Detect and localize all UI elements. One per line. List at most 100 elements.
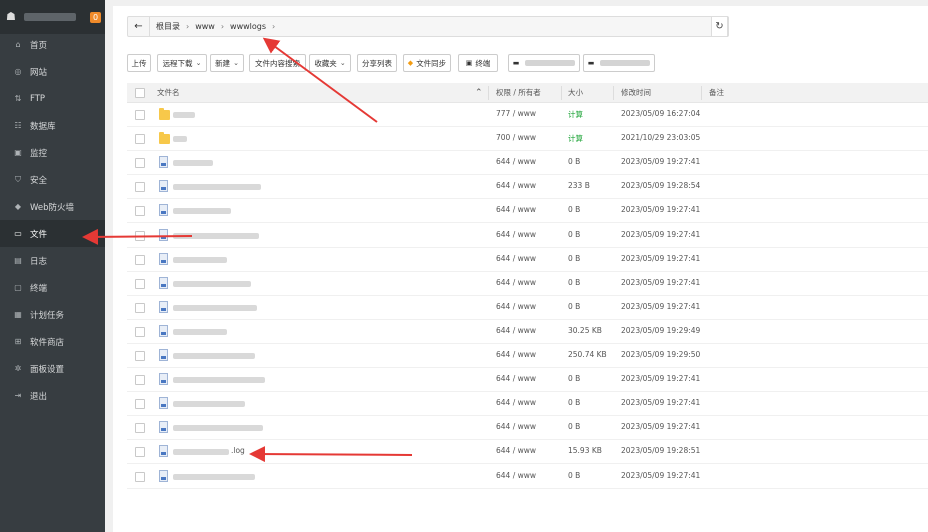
table-row[interactable]: 700 / www 计算 2021/10/29 23:03:05 bbox=[127, 127, 928, 152]
row-checkbox[interactable] bbox=[135, 326, 145, 337]
perm-cell[interactable]: 644 / www bbox=[496, 471, 536, 480]
table-row[interactable]: 644 / www 0 B 2023/05/09 19:27:41 bbox=[127, 465, 928, 489]
row-checkbox[interactable] bbox=[135, 110, 145, 120]
notification-badge[interactable]: 0 bbox=[90, 11, 101, 23]
table-row[interactable]: 644 / www 0 B 2023/05/09 19:27:41 bbox=[127, 368, 928, 393]
row-checkbox[interactable] bbox=[135, 134, 145, 145]
size-cell[interactable]: 计算 bbox=[568, 109, 583, 120]
perm-cell[interactable]: 644 / www bbox=[496, 446, 536, 455]
remote-download-button[interactable]: 远程下载 ⌄ bbox=[157, 54, 207, 72]
perm-cell[interactable]: 644 / www bbox=[496, 278, 536, 287]
perm-cell[interactable]: 644 / www bbox=[496, 302, 536, 311]
row-checkbox[interactable] bbox=[135, 351, 145, 361]
table-row[interactable]: 644 / www 0 B 2023/05/09 19:27:41 bbox=[127, 151, 928, 176]
disk-button-2[interactable]: ▬ bbox=[583, 54, 655, 72]
sidebar-item-folder[interactable]: ▭ 文件 bbox=[0, 220, 105, 247]
breadcrumb-www[interactable]: www bbox=[195, 22, 215, 31]
table-row[interactable]: 644 / www 250.74 KB 2023/05/09 19:29:50 bbox=[127, 344, 928, 368]
row-checkbox[interactable] bbox=[135, 278, 145, 289]
filename-suffix[interactable]: .log bbox=[231, 446, 245, 455]
path-bar[interactable]: ← 根目录 › www › wwwlogs › bbox=[127, 16, 729, 37]
table-row[interactable]: 644 / www 0 B 2023/05/09 19:27:41 bbox=[127, 224, 928, 248]
table-row[interactable]: 644 / www 0 B 2023/05/09 19:27:41 bbox=[127, 392, 928, 417]
perm-cell[interactable]: 644 / www bbox=[496, 350, 536, 359]
select-all-checkbox[interactable] bbox=[135, 88, 145, 98]
row-checkbox[interactable] bbox=[135, 447, 145, 458]
share-list-button[interactable]: 分享列表 bbox=[357, 54, 397, 72]
sidebar-item-log[interactable]: ▤ 日志 bbox=[0, 247, 105, 274]
table-row[interactable]: 644 / www 0 B 2023/05/09 19:27:41 bbox=[127, 199, 928, 224]
perm-cell[interactable]: 644 / www bbox=[496, 374, 536, 383]
table-row[interactable]: 644 / www 30.25 KB 2023/05/09 19:29:49 bbox=[127, 320, 928, 344]
filename-redacted[interactable] bbox=[173, 136, 187, 143]
sidebar-item-globe[interactable]: ◎ 网站 bbox=[0, 58, 105, 85]
perm-cell[interactable]: 644 / www bbox=[496, 422, 536, 431]
perm-cell[interactable]: 644 / www bbox=[496, 205, 536, 214]
perm-cell[interactable]: 700 / www bbox=[496, 133, 536, 142]
table-row[interactable]: 777 / www 计算 2023/05/09 16:27:04 bbox=[127, 103, 928, 127]
filename-redacted[interactable] bbox=[173, 328, 227, 335]
sidebar-item-logout[interactable]: ⇥ 退出 bbox=[0, 382, 105, 409]
file-sync-button[interactable]: ◆ 文件同步 bbox=[403, 54, 451, 72]
perm-cell[interactable]: 644 / www bbox=[496, 398, 536, 407]
filename-redacted[interactable] bbox=[173, 304, 257, 311]
header-size[interactable]: 大小 bbox=[568, 83, 583, 103]
size-cell[interactable]: 计算 bbox=[568, 133, 583, 144]
terminal-button[interactable]: ▣ 终端 bbox=[458, 54, 498, 72]
row-checkbox[interactable] bbox=[135, 158, 145, 169]
row-checkbox[interactable] bbox=[135, 254, 145, 265]
perm-cell[interactable]: 644 / www bbox=[496, 157, 536, 166]
filename-redacted[interactable] bbox=[173, 425, 263, 432]
sidebar-item-home[interactable]: ⌂ 首页 bbox=[0, 31, 105, 58]
perm-cell[interactable]: 644 / www bbox=[496, 230, 536, 239]
table-row[interactable]: 644 / www 0 B 2023/05/09 19:27:41 bbox=[127, 248, 928, 272]
sidebar-item-monitor[interactable]: ▣ 监控 bbox=[0, 139, 105, 166]
sidebar-item-firewall[interactable]: ◆ Web防火墙 bbox=[0, 193, 105, 220]
header-name[interactable]: 文件名 bbox=[157, 83, 180, 103]
header-mtime[interactable]: 修改时间 bbox=[621, 83, 651, 103]
disk-button-1[interactable]: ▬ bbox=[508, 54, 580, 72]
filename-redacted[interactable] bbox=[173, 208, 231, 215]
perm-cell[interactable]: 644 / www bbox=[496, 254, 536, 263]
sidebar-item-store[interactable]: ⊞ 软件商店 bbox=[0, 328, 105, 355]
filename-redacted[interactable] bbox=[173, 473, 255, 480]
perm-cell[interactable]: 644 / www bbox=[496, 326, 536, 335]
refresh-button[interactable]: ↻ bbox=[711, 16, 728, 37]
row-checkbox[interactable] bbox=[135, 230, 145, 241]
table-row[interactable]: .log 644 / www 15.93 KB 2023/05/09 19:28:51 bbox=[127, 440, 928, 465]
row-checkbox[interactable] bbox=[135, 423, 145, 434]
table-row[interactable]: 644 / www 0 B 2023/05/09 19:27:41 bbox=[127, 272, 928, 296]
favorites-button[interactable]: 收藏夹 ⌄ bbox=[309, 54, 351, 72]
sort-asc-icon[interactable]: ⌃ bbox=[475, 83, 483, 103]
sidebar-item-terminal[interactable]: ▢ 终端 bbox=[0, 274, 105, 301]
sidebar-item-ftp[interactable]: ⇅ FTP bbox=[0, 85, 105, 112]
filename-redacted[interactable] bbox=[173, 160, 213, 167]
filename-redacted[interactable] bbox=[173, 401, 245, 408]
filename-redacted[interactable] bbox=[173, 112, 195, 118]
sidebar-item-shield[interactable]: ⛉ 安全 bbox=[0, 166, 105, 193]
sidebar-item-gear[interactable]: ✲ 面板设置 bbox=[0, 355, 105, 382]
back-arrow-icon[interactable]: ← bbox=[128, 17, 150, 36]
breadcrumb-wwwlogs[interactable]: wwwlogs bbox=[230, 22, 266, 31]
filename-redacted[interactable] bbox=[173, 256, 227, 263]
table-row[interactable]: 644 / www 233 B 2023/05/09 19:28:54 bbox=[127, 175, 928, 200]
sidebar-item-task[interactable]: ▦ 计划任务 bbox=[0, 301, 105, 328]
table-row[interactable]: 644 / www 0 B 2023/05/09 19:27:41 bbox=[127, 416, 928, 441]
filename-redacted[interactable] bbox=[173, 184, 261, 191]
row-checkbox[interactable] bbox=[135, 182, 145, 193]
row-checkbox[interactable] bbox=[135, 375, 145, 386]
sidebar-item-database[interactable]: ☷ 数据库 bbox=[0, 112, 105, 139]
breadcrumb-root[interactable]: 根目录 bbox=[156, 21, 180, 32]
upload-button[interactable]: 上传 bbox=[127, 54, 151, 72]
row-checkbox[interactable] bbox=[135, 399, 145, 410]
row-checkbox[interactable] bbox=[135, 471, 145, 482]
perm-cell[interactable]: 777 / www bbox=[496, 109, 536, 118]
perm-cell[interactable]: 644 / www bbox=[496, 181, 536, 190]
row-checkbox[interactable] bbox=[135, 302, 145, 313]
table-row[interactable]: 644 / www 0 B 2023/05/09 19:27:41 bbox=[127, 296, 928, 320]
new-button[interactable]: 新建 ⌄ bbox=[210, 54, 244, 72]
filename-redacted[interactable] bbox=[173, 377, 265, 384]
row-checkbox[interactable] bbox=[135, 206, 145, 217]
header-perm[interactable]: 权限 / 所有者 bbox=[496, 83, 541, 103]
filename-redacted[interactable] bbox=[173, 232, 259, 239]
